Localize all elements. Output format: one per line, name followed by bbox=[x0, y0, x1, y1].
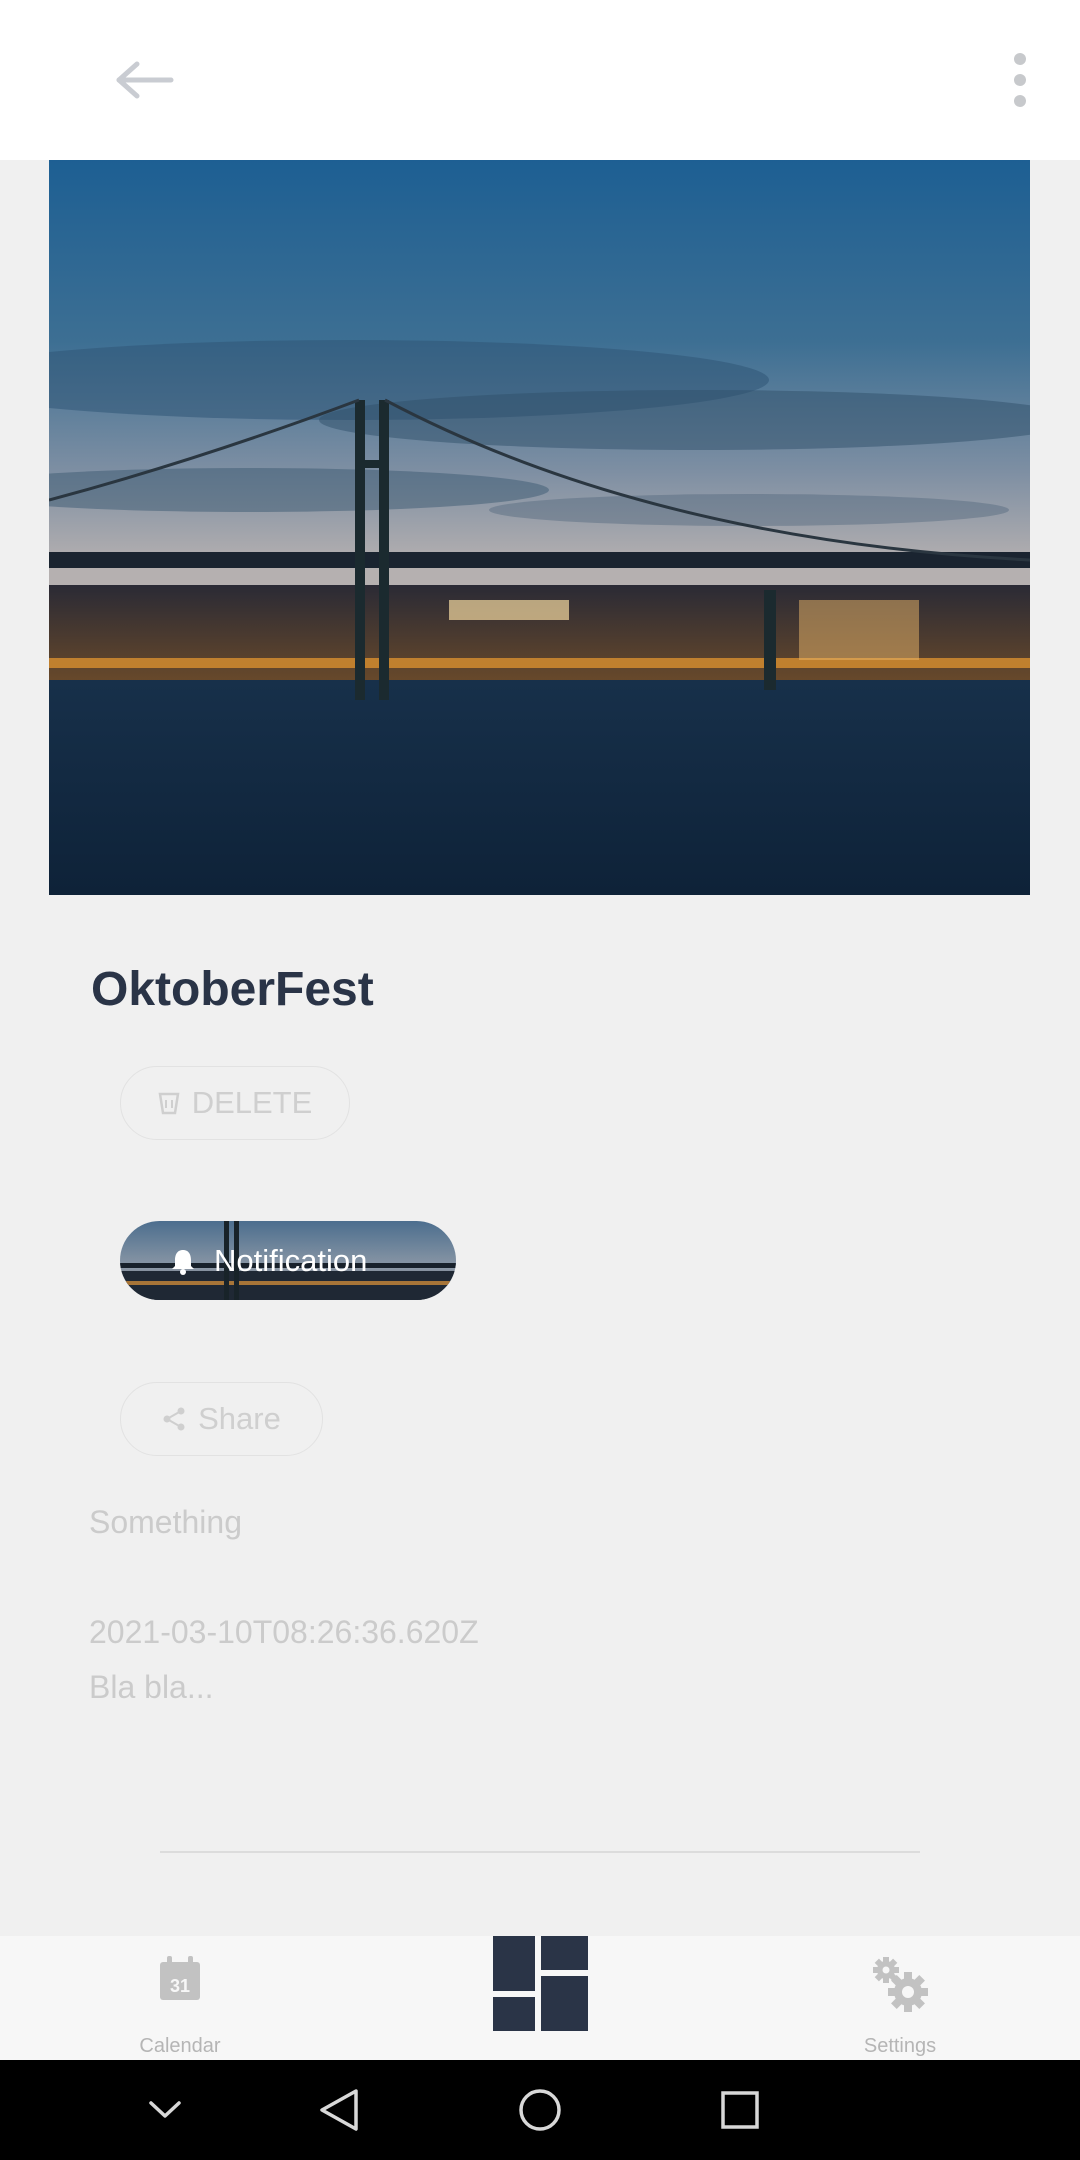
arrow-left-icon bbox=[116, 61, 174, 99]
more-options-button[interactable] bbox=[980, 40, 1060, 120]
calendar-icon: 31 bbox=[160, 1956, 200, 2000]
system-navigation-bar bbox=[0, 2060, 1080, 2160]
share-button[interactable]: Share bbox=[120, 1382, 323, 1456]
dashboard-icon bbox=[493, 1936, 588, 2031]
system-home-button[interactable] bbox=[508, 2078, 572, 2142]
nav-settings-label: Settings bbox=[863, 2035, 937, 2057]
square-recents-icon bbox=[721, 2091, 759, 2129]
nav-settings[interactable]: Settings bbox=[800, 1936, 1000, 2060]
delete-label: DELETE bbox=[191, 1085, 313, 1120]
system-back-button[interactable] bbox=[307, 2078, 371, 2142]
event-body: Bla bla... bbox=[89, 1669, 214, 1705]
event-title: OktoberFest bbox=[91, 963, 374, 1016]
divider bbox=[160, 1851, 920, 1853]
dashboard-button[interactable] bbox=[493, 1936, 588, 2031]
back-button[interactable] bbox=[100, 40, 190, 120]
system-recents-button[interactable] bbox=[708, 2078, 772, 2142]
event-image bbox=[49, 160, 1030, 895]
notification-label: Notification bbox=[214, 1242, 368, 1278]
circle-home-icon bbox=[519, 2089, 561, 2131]
gears-icon bbox=[873, 1957, 928, 2012]
share-label: Share bbox=[198, 1401, 281, 1436]
nav-calendar-label: Calendar bbox=[139, 2035, 221, 2057]
nav-calendar[interactable]: 31 Calendar bbox=[80, 1936, 280, 2060]
calendar-day: 31 bbox=[170, 1976, 190, 1996]
delete-button[interactable]: DELETE bbox=[120, 1066, 350, 1140]
trash-icon bbox=[158, 1092, 180, 1115]
bell-icon bbox=[172, 1249, 194, 1275]
share-icon bbox=[163, 1407, 185, 1431]
app-bar bbox=[0, 0, 1080, 160]
event-timestamp: 2021-03-10T08:26:36.620Z bbox=[89, 1614, 479, 1650]
chevron-down-icon bbox=[149, 2101, 181, 2118]
more-vert-icon bbox=[1014, 53, 1026, 107]
notification-button[interactable]: Notification bbox=[120, 1221, 456, 1300]
system-hide-button[interactable] bbox=[133, 2078, 197, 2142]
triangle-back-icon bbox=[320, 2089, 358, 2131]
event-description: Something bbox=[89, 1504, 242, 1540]
